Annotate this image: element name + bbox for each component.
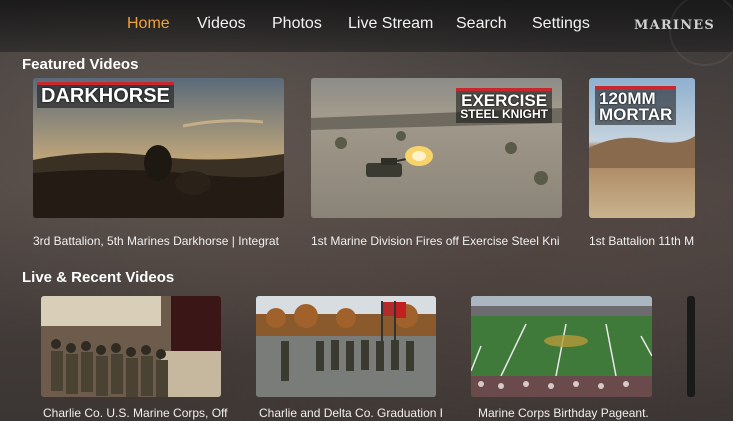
steel-knight-thumb-title: EXERCISE STEEL KNIGHT <box>456 88 552 123</box>
featured-caption-1: 3rd Battalion, 5th Marines Darkhorse | I… <box>33 234 279 248</box>
nav-settings[interactable]: Settings <box>532 15 590 33</box>
featured-card-mortar[interactable]: 120MM MORTAR <box>589 78 695 218</box>
nav-videos[interactable]: Videos <box>197 15 246 33</box>
nav-live-stream[interactable]: Live Stream <box>348 15 433 33</box>
mortar-thumb-title: 120MM MORTAR <box>595 86 677 126</box>
recent-card-1[interactable] <box>41 296 221 397</box>
featured-caption-3: 1st Battalion 11th M <box>589 234 695 248</box>
nav-search[interactable]: Search <box>456 15 507 33</box>
featured-section-title: Featured Videos <box>22 56 139 73</box>
recent-card-3[interactable] <box>471 296 652 397</box>
steel-knight-title-line2: STEEL KNIGHT <box>460 107 548 122</box>
recent-caption-3: Marine Corps Birthday Pageant. <box>478 406 649 420</box>
top-nav-bar: Home Videos Photos Live Stream Search Se… <box>0 0 733 66</box>
auditorium-thumbnail <box>41 296 221 397</box>
nav-photos[interactable]: Photos <box>272 15 322 33</box>
recent-card-4[interactable] <box>687 296 695 397</box>
nav-home[interactable]: Home <box>127 15 170 33</box>
featured-card-darkhorse[interactable]: DARKHORSE <box>33 78 284 218</box>
emblem-watermark-icon <box>669 0 733 66</box>
stadium-thumbnail <box>471 296 652 397</box>
recent-caption-2: Charlie and Delta Co. Graduation F <box>259 406 442 420</box>
darkhorse-thumb-title: DARKHORSE <box>37 82 174 108</box>
marines-logo: MARINES <box>634 18 715 33</box>
recent-card-2[interactable] <box>256 296 436 397</box>
recent-section-title: Live & Recent Videos <box>22 269 175 286</box>
recent-caption-1: Charlie Co. U.S. Marine Corps, Off <box>43 406 228 420</box>
graduation-thumbnail <box>256 296 436 397</box>
featured-caption-2: 1st Marine Division Fires off Exercise S… <box>311 234 560 248</box>
mortar-title-line2: MORTAR <box>599 105 673 125</box>
featured-card-steel-knight[interactable]: EXERCISE STEEL KNIGHT <box>311 78 562 218</box>
